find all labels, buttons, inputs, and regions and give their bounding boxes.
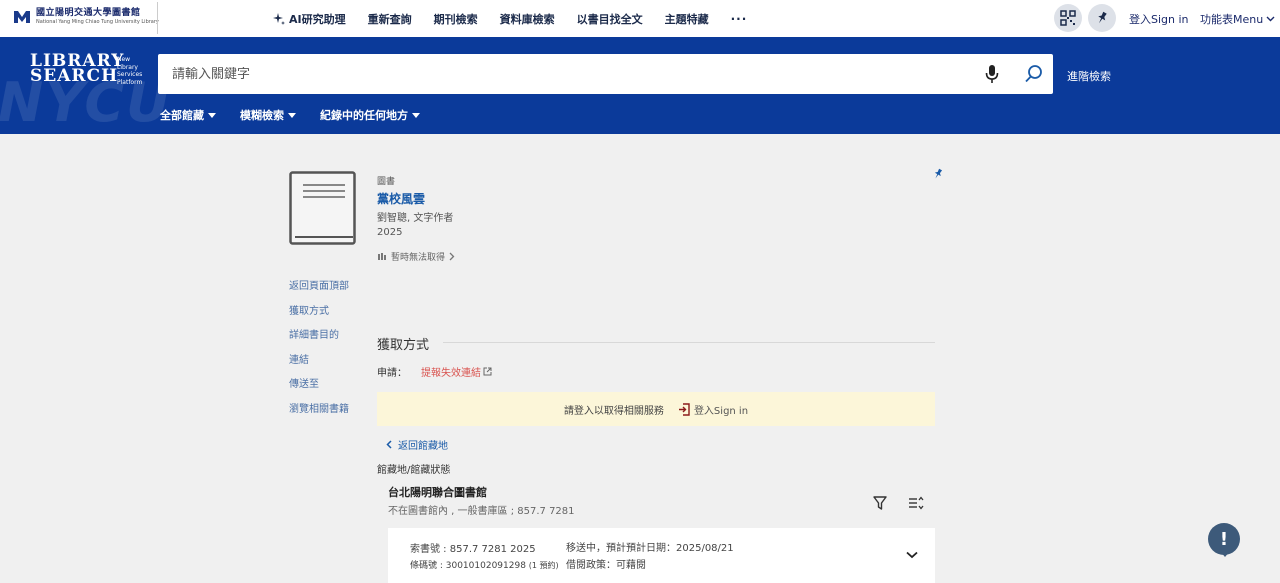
logo-zh: 國立陽明交通大學圖書館 [36,8,141,18]
login-notice-signin[interactable]: 登入Sign in [678,402,748,417]
nav-more-button[interactable]: ··· [731,12,748,26]
help-bubble-tail [1220,551,1230,557]
sign-in-icon [678,402,690,416]
availability-status[interactable]: 暫時無法取得 [377,250,455,263]
item-card[interactable]: 索書號 : 857.7 7281 2025 條碼號 : 300101020912… [388,528,935,583]
record-author: 劉智聰, 文字作者 [377,213,454,224]
caret-down-icon [288,112,296,118]
request-label: 申請： [377,368,407,379]
section-divider [443,342,935,343]
resource-type: 圖書 [377,177,396,187]
side-nav-back-to-top[interactable]: 返回頁面頂部 [289,280,349,305]
menu-button[interactable]: 功能表Menu [1200,11,1275,27]
chevron-left-icon [386,440,392,449]
caret-down-icon [412,112,420,118]
match-type-dropdown[interactable]: 模糊檢索 [240,107,296,123]
university-logo[interactable]: 國立陽明交通大學圖書館 National Yang Ming Chiao Tun… [12,8,159,26]
library-status: 不在圖書館內 , 一般書庫區 ; 857.7 7281 [388,506,575,517]
nycu-logo-icon [14,11,30,23]
nav-new-search[interactable]: 重新查詢 [368,11,412,27]
top-bar: 國立陽明交通大學圖書館 National Yang Ming Chiao Tun… [0,0,1280,37]
nav-collections[interactable]: 主題特藏 [665,11,709,27]
search-band: NYCU LIBRARY SEARCH New Library Services… [0,37,1280,134]
microphone-icon [985,65,999,83]
item-barcode: 條碼號 : 30010102091298 (1 預約) [410,561,559,571]
filter-icon [873,496,887,510]
item-holds: (1 預約) [528,561,559,570]
qr-code-button[interactable] [1054,4,1082,32]
side-nav-get-it[interactable]: 獲取方式 [289,305,349,330]
section-title: 獲取方式 [377,338,430,353]
side-nav-links[interactable]: 連結 [289,354,349,379]
caret-down-icon [208,112,216,118]
search-icon [1025,65,1042,83]
chevron-down-icon [1266,16,1275,22]
record-year: 2025 [377,227,403,238]
library-search-logo[interactable]: LIBRARY SEARCH [30,52,124,85]
advanced-search-link[interactable]: 進階檢索 [1067,68,1111,84]
login-notice: 請登入以取得相關服務 登入Sign in [377,392,935,426]
qr-code-icon [1060,10,1076,26]
nav-journal-search[interactable]: 期刊檢索 [434,11,478,27]
record-title[interactable]: 黨校風雲 [377,190,425,207]
pin-record-button[interactable] [932,168,944,183]
sort-items-button[interactable] [908,496,924,513]
back-to-locations[interactable]: 返回館藏地 [386,437,448,452]
logo-en: National Yang Ming Chiao Tung University… [36,19,159,25]
search-filters: 全部館藏 模糊檢索 紀錄中的任何地方 [160,107,420,123]
item-call-number: 索書號 : 857.7 7281 2025 [410,544,536,555]
nav-citation-linker[interactable]: 以書目找全文 [577,11,643,27]
external-link-icon [483,367,492,376]
side-nav-details[interactable]: 詳細書目的 [289,329,349,354]
search-input[interactable] [158,66,958,82]
item-transit-status: 移送中，預計預計日期：2025/08/21 [566,543,734,554]
search-box [158,54,1053,94]
divider [157,2,158,34]
book-thumbnail-icon [289,171,356,245]
side-nav-virtual-browse[interactable]: 瀏覽相關書籍 [289,403,349,428]
pinned-items-button[interactable] [1088,4,1116,32]
scope-dropdown[interactable]: 全部館藏 [160,107,216,123]
chevron-right-icon [449,252,455,261]
record-side-nav: 返回頁面頂部 獲取方式 詳細書目的 連結 傳送至 瀏覽相關書籍 [289,280,349,427]
sign-in-link[interactable]: 登入Sign in [1129,11,1189,27]
filter-items-button[interactable] [873,496,887,513]
voice-search-button[interactable] [985,64,999,87]
report-broken-link[interactable]: 提報失效連結 [421,364,492,379]
chevron-down-icon [906,551,918,559]
library-name: 台北陽明聯合圖書館 [388,486,487,499]
library-icon [378,253,386,260]
login-notice-message: 請登入以取得相關服務 [563,405,664,417]
sort-icon [909,496,924,510]
side-nav-send-to[interactable]: 傳送至 [289,378,349,403]
pin-icon [934,168,943,179]
location-heading: 館藏地/館藏狀態 [377,465,451,476]
nav-database-search[interactable]: 資料庫檢索 [500,11,555,27]
search-submit-button[interactable] [1024,64,1044,87]
item-loan-policy: 借閱政策：可藉閱 [566,560,646,571]
pin-icon [1098,11,1107,24]
field-dropdown[interactable]: 紀錄中的任何地方 [320,107,420,123]
sparkle-icon [273,12,285,25]
nav-ai-assistant[interactable]: AI研究助理 [272,11,346,27]
top-nav: AI研究助理 重新查詢 期刊檢索 資料庫檢索 以書目找全文 主題特藏 ··· [272,0,747,37]
expand-item-button[interactable] [906,548,918,562]
library-search-subtitle: New Library Services Platform [117,56,143,86]
